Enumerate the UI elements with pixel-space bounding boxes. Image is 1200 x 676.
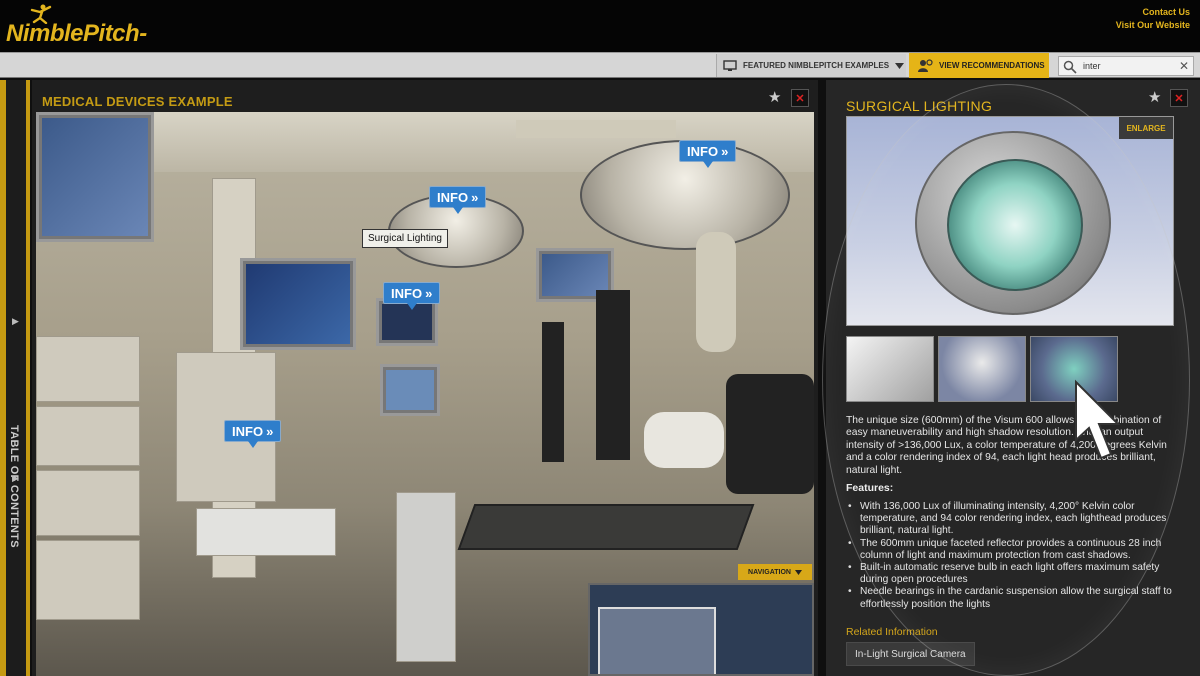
close-icon: ✕ bbox=[1174, 92, 1184, 105]
toolbar: FEATURED NIMBLEPITCH EXAMPLES VIEW RECOM… bbox=[0, 52, 1200, 78]
example-panel: MEDICAL DEVICES EXAMPLE ★ ✕ INFO » INFO … bbox=[32, 80, 818, 676]
featured-examples-dropdown[interactable]: FEATURED NIMBLEPITCH EXAMPLES bbox=[716, 54, 906, 77]
navigation-label: NAVIGATION bbox=[748, 568, 791, 576]
anesthesia-cart bbox=[396, 492, 456, 662]
double-chevron-icon: » bbox=[266, 423, 274, 439]
robot-head bbox=[726, 374, 814, 494]
equipment-unit bbox=[36, 470, 140, 536]
enlarge-button[interactable]: ENLARGE bbox=[1119, 117, 1173, 139]
reflector-render bbox=[947, 159, 1083, 291]
equipment-unit bbox=[36, 406, 140, 466]
close-detail-button[interactable]: ✕ bbox=[1170, 89, 1188, 107]
favorite-star-icon[interactable]: ★ bbox=[768, 88, 781, 106]
toc-inner bbox=[6, 80, 26, 676]
visit-website-link[interactable]: Visit Our Website bbox=[1116, 19, 1190, 32]
contact-us-link[interactable]: Contact Us bbox=[1116, 6, 1190, 19]
logo-dash: - bbox=[139, 20, 147, 47]
list-item: Needle bearings in the cardanic suspensi… bbox=[848, 586, 1176, 610]
related-link-button[interactable]: In-Light Surgical Camera bbox=[846, 642, 975, 666]
product-description: The unique size (600mm) of the Visum 600… bbox=[846, 415, 1167, 476]
example-panel-title: MEDICAL DEVICES EXAMPLE bbox=[42, 94, 233, 109]
top-links: Contact Us Visit Our Website bbox=[1116, 6, 1190, 32]
info-label: INFO bbox=[232, 423, 264, 439]
robot-arm bbox=[542, 322, 564, 462]
clear-search-icon[interactable]: ✕ bbox=[1179, 59, 1189, 73]
thumbnail-2[interactable] bbox=[938, 336, 1026, 402]
chevron-right-icon: ▶ bbox=[12, 316, 19, 326]
double-chevron-icon: » bbox=[425, 285, 433, 301]
app-header: NimblePitch- Contact Us Visit Our Websit… bbox=[0, 0, 1200, 52]
thumbnail-1[interactable] bbox=[846, 336, 934, 402]
chevron-right-icon: ▶ bbox=[12, 473, 19, 483]
info-label: INFO bbox=[437, 189, 469, 205]
patient-monitor bbox=[240, 258, 356, 350]
favorite-star-icon[interactable]: ★ bbox=[1148, 88, 1161, 106]
info-label: INFO bbox=[687, 143, 719, 159]
features-heading: Features: bbox=[846, 482, 894, 494]
list-item: Built-in automatic reserve bulb in each … bbox=[848, 562, 1176, 586]
features-list: With 136,000 Lux of illuminating intensi… bbox=[848, 501, 1176, 611]
robot-arm bbox=[596, 290, 630, 460]
navigation-minimap[interactable] bbox=[588, 583, 814, 676]
toc-label: TABLE OF CONTENTS bbox=[8, 425, 20, 548]
operating-room-image: INFO» INFO» INFO» INFO» Surgical Lightin… bbox=[36, 112, 814, 676]
double-chevron-icon: » bbox=[471, 189, 479, 205]
robot-joint bbox=[644, 412, 724, 468]
light-head-render bbox=[915, 131, 1111, 315]
light-arm bbox=[696, 232, 736, 352]
list-item: The 600mm unique faceted reflector provi… bbox=[848, 538, 1176, 562]
logo-text: NimblePitch bbox=[6, 20, 140, 47]
product-image: ENLARGE bbox=[846, 116, 1174, 326]
info-label: INFO bbox=[391, 285, 423, 301]
chevron-down-icon bbox=[895, 62, 905, 69]
detail-panel: SURGICAL LIGHTING ★ ✕ ENLARGE The unique… bbox=[826, 80, 1200, 676]
double-chevron-icon: » bbox=[721, 143, 729, 159]
surgical-lighting-tooltip: Surgical Lighting bbox=[362, 229, 448, 248]
view-recommendations-button[interactable]: VIEW RECOMMENDATIONS bbox=[909, 53, 1049, 78]
app-logo[interactable]: NimblePitch- bbox=[6, 20, 147, 48]
ceiling-arm bbox=[516, 120, 676, 138]
featured-examples-label: FEATURED NIMBLEPITCH EXAMPLES bbox=[743, 61, 890, 70]
table-of-contents-toggle[interactable]: ▶ TABLE OF CONTENTS ▶ bbox=[0, 80, 30, 676]
device-console bbox=[196, 508, 336, 556]
navigation-toggle[interactable]: NAVIGATION bbox=[738, 564, 812, 580]
search-box: ✕ bbox=[1058, 56, 1194, 76]
info-hotspot-light-right[interactable]: INFO» bbox=[679, 140, 737, 168]
equipment-unit bbox=[36, 336, 140, 402]
info-hotspot-console[interactable]: INFO» bbox=[224, 420, 282, 448]
info-hotspot-monitor[interactable]: INFO» bbox=[383, 282, 441, 310]
user-recommend-icon bbox=[918, 58, 933, 72]
wall-monitor bbox=[36, 112, 154, 242]
monitor-icon bbox=[723, 59, 737, 71]
list-item: With 136,000 Lux of illuminating intensi… bbox=[848, 501, 1176, 538]
pointer-cursor-icon bbox=[1075, 379, 1121, 460]
detail-title: SURGICAL LIGHTING bbox=[846, 98, 993, 114]
close-icon: ✕ bbox=[795, 92, 805, 105]
minimap-viewport[interactable] bbox=[598, 607, 716, 674]
chevron-down-icon bbox=[794, 569, 802, 575]
related-info-heading: Related Information bbox=[846, 626, 938, 638]
search-icon bbox=[1063, 60, 1077, 74]
equipment-unit bbox=[36, 540, 140, 620]
operating-table bbox=[457, 504, 755, 550]
vitals-monitor bbox=[380, 364, 440, 416]
view-recommendations-label: VIEW RECOMMENDATIONS bbox=[939, 61, 1045, 70]
info-hotspot-surgical-light[interactable]: INFO» bbox=[429, 186, 487, 214]
close-example-button[interactable]: ✕ bbox=[791, 89, 809, 107]
